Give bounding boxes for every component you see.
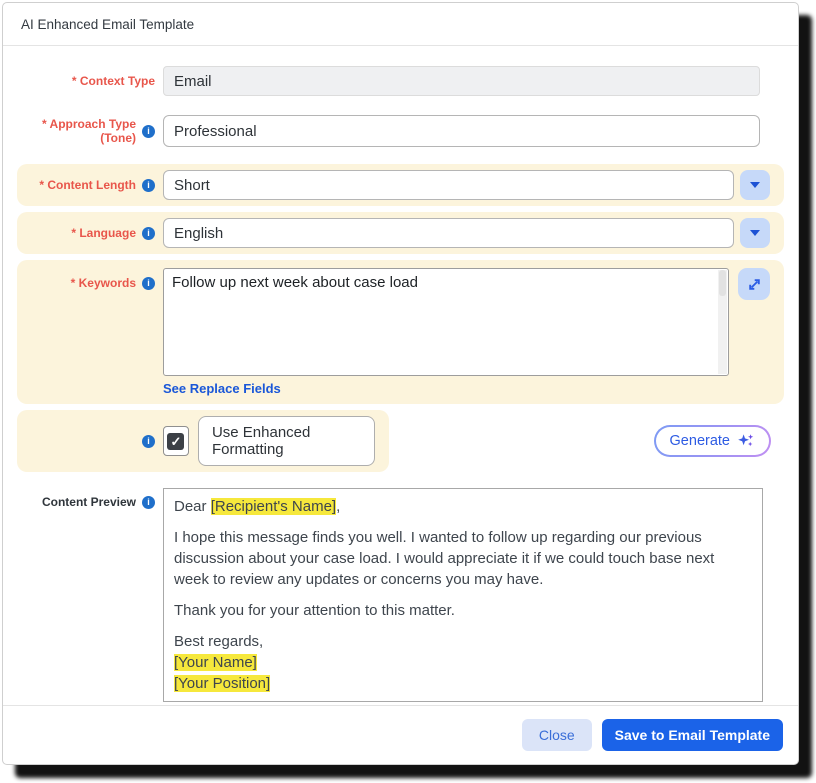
info-icon[interactable]: i <box>142 227 155 240</box>
preview-paragraph: Dear [Recipient's Name], <box>174 496 752 517</box>
sparkles-icon <box>737 432 755 450</box>
merge-field-highlight: [Recipient's Name] <box>211 498 336 515</box>
language-label: * Language <box>71 226 136 240</box>
info-icon[interactable]: i <box>142 496 155 509</box>
enhanced-formatting-checkbox[interactable]: ✓ <box>163 426 189 456</box>
expand-icon <box>746 276 763 293</box>
preview-paragraph: I hope this message finds you well. I wa… <box>174 527 752 590</box>
content-length-input[interactable]: Short <box>163 170 734 200</box>
enhanced-formatting-label[interactable]: Use Enhanced Formatting <box>198 416 375 466</box>
enhanced-formatting-group: i ✓ Use Enhanced Formatting <box>17 410 389 472</box>
generate-button[interactable]: Generate <box>654 425 771 457</box>
keywords-row: * Keywords i Follow up next week about c… <box>17 260 784 404</box>
preview-paragraph: Best regards,[Your Name][Your Position] <box>174 631 752 694</box>
content-length-label: * Content Length <box>39 178 136 192</box>
info-icon[interactable]: i <box>142 179 155 192</box>
info-icon[interactable]: i <box>142 435 155 448</box>
keywords-textarea[interactable]: Follow up next week about case load <box>163 268 729 376</box>
keywords-label: * Keywords <box>71 276 136 290</box>
content-length-row: * Content Length i Short <box>17 164 784 206</box>
content-preview-label: Content Preview <box>42 495 136 509</box>
dialog-body: * Context Type Email * Approach Type (To… <box>3 46 798 705</box>
options-row: i ✓ Use Enhanced Formatting Generate <box>17 410 784 472</box>
chevron-down-icon <box>750 182 760 188</box>
context-type-label: * Context Type <box>72 74 155 88</box>
info-icon[interactable]: i <box>142 277 155 290</box>
content-preview-row: Content Preview i Dear [Recipient's Name… <box>17 488 784 702</box>
see-replace-fields-link[interactable]: See Replace Fields <box>163 381 281 396</box>
language-input[interactable]: English <box>163 218 734 248</box>
close-button[interactable]: Close <box>522 719 592 751</box>
approach-type-row: * Approach Type (Tone) i Professional <box>17 115 784 147</box>
info-icon[interactable]: i <box>142 125 155 138</box>
preview-paragraph: Thank you for your attention to this mat… <box>174 600 752 621</box>
generate-button-label: Generate <box>670 433 730 449</box>
approach-type-input[interactable]: Professional <box>163 115 760 147</box>
language-row: * Language i English <box>17 212 784 254</box>
content-length-dropdown-button[interactable] <box>740 170 770 200</box>
context-type-field: Email <box>163 66 760 96</box>
approach-type-label: * Approach Type (Tone) <box>42 117 136 145</box>
ai-email-template-dialog: AI Enhanced Email Template * Context Typ… <box>2 2 799 765</box>
merge-field-highlight: [Your Name] <box>174 654 257 671</box>
save-to-email-template-button[interactable]: Save to Email Template <box>602 719 783 751</box>
merge-field-highlight: [Your Position] <box>174 675 270 692</box>
dialog-title: AI Enhanced Email Template <box>3 3 798 46</box>
chevron-down-icon <box>750 230 760 236</box>
checkmark-icon: ✓ <box>171 435 182 448</box>
expand-textarea-button[interactable] <box>738 268 770 300</box>
scrollbar[interactable] <box>718 270 727 374</box>
language-dropdown-button[interactable] <box>740 218 770 248</box>
dialog-footer: Close Save to Email Template <box>3 705 798 764</box>
content-preview-area[interactable]: Dear [Recipient's Name], I hope this mess… <box>163 488 763 702</box>
context-type-row: * Context Type Email <box>17 66 784 96</box>
